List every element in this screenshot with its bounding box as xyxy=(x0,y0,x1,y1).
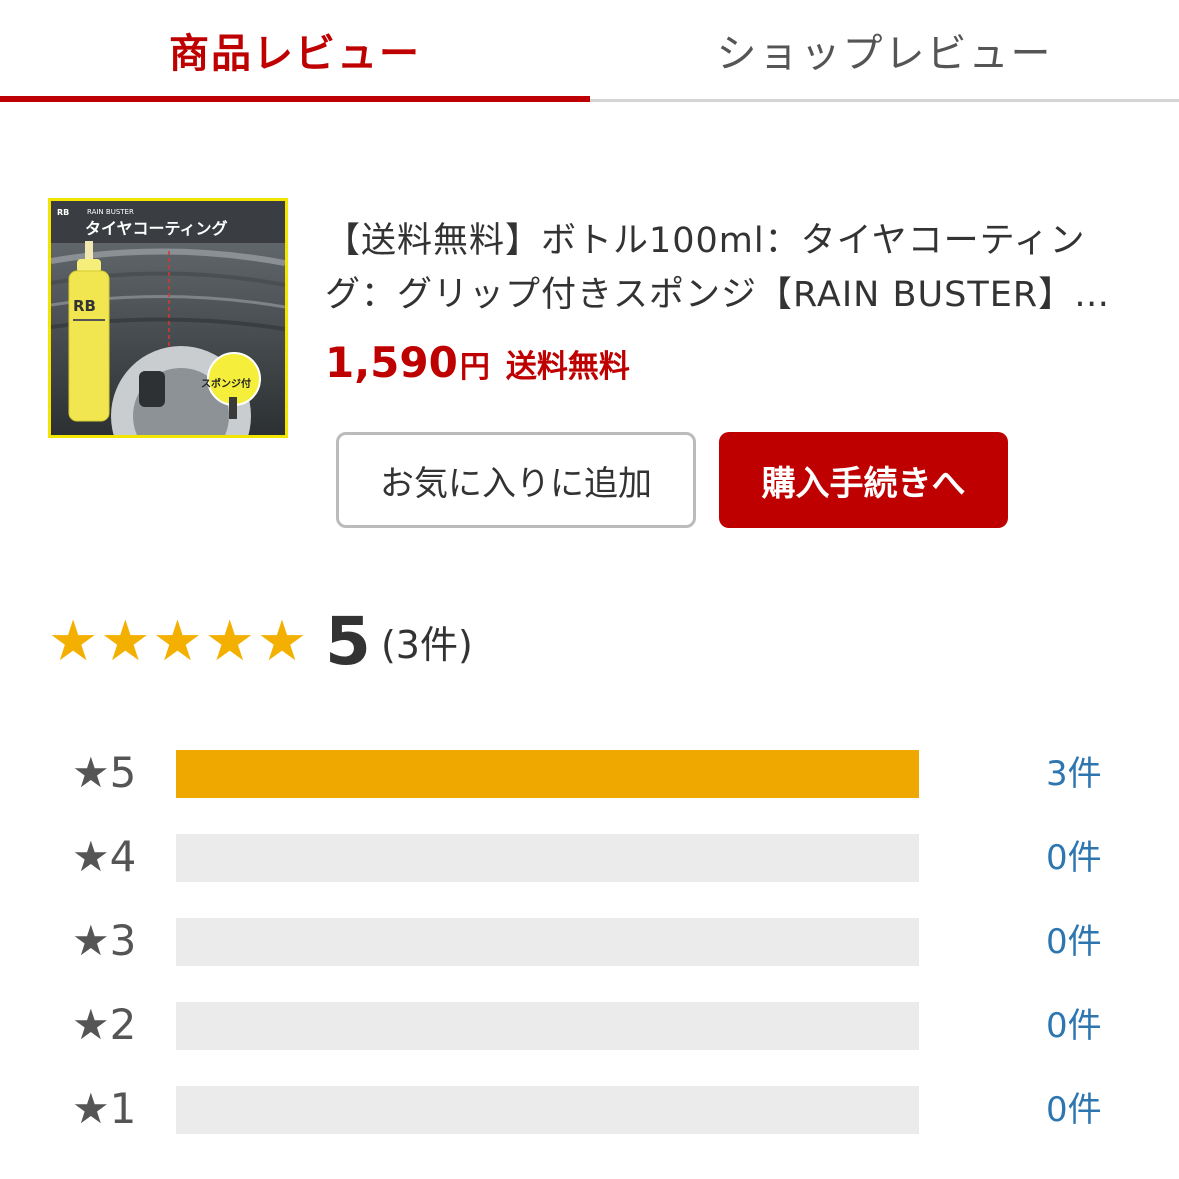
brand-caption: RAIN BUSTER xyxy=(87,208,134,216)
average-rating: 5 xyxy=(325,602,371,680)
add-to-favorites-button[interactable]: お気に入りに追加 xyxy=(336,432,696,528)
price-currency: 円 xyxy=(459,350,490,385)
rating-row-count[interactable]: 3件 xyxy=(1046,750,1102,798)
rating-bar-fill xyxy=(176,750,919,798)
price-row: 1,590 円 送料無料 xyxy=(325,338,630,394)
tab-divider xyxy=(590,99,1179,102)
rating-row-label: ★4 xyxy=(72,832,137,881)
image-title: タイヤコーティング xyxy=(85,219,228,238)
rating-row-2[interactable]: ★2 0件 xyxy=(72,1000,1132,1050)
rating-row-count[interactable]: 0件 xyxy=(1046,1002,1102,1050)
product-image-art: RB RAIN BUSTER タイヤコーティング RB スポンジ付 xyxy=(51,201,285,435)
price-value: 1,590 xyxy=(325,338,458,387)
rating-row-label: ★2 xyxy=(72,1000,137,1049)
rating-bar-track xyxy=(176,750,919,798)
rating-row-count[interactable]: 0件 xyxy=(1046,918,1102,966)
rating-row-1[interactable]: ★1 0件 xyxy=(72,1084,1132,1134)
rating-row-label: ★3 xyxy=(72,916,137,965)
rating-row-count[interactable]: 0件 xyxy=(1046,834,1102,882)
tab-shop-review[interactable]: ショップレビュー xyxy=(590,0,1179,100)
rating-row-3[interactable]: ★3 0件 xyxy=(72,916,1132,966)
rating-bar-track xyxy=(176,1002,919,1050)
bottle-logo: RB xyxy=(73,297,96,315)
rating-bar-track xyxy=(176,918,919,966)
rating-summary: ★★★★★ 5 (3件) xyxy=(48,596,473,686)
sponge-sticker: スポンジ付 xyxy=(201,377,251,390)
product-image[interactable]: RB RAIN BUSTER タイヤコーティング RB スポンジ付 xyxy=(48,198,288,438)
checkout-button[interactable]: 購入手続きへ xyxy=(719,432,1008,528)
tab-product-review[interactable]: 商品レビュー xyxy=(0,0,590,100)
rating-row-label: ★5 xyxy=(72,748,137,797)
review-count: (3件) xyxy=(380,622,473,667)
shipping-badge: 送料無料 xyxy=(505,349,630,385)
star-rating-icon: ★★★★★ xyxy=(48,608,310,674)
rating-row-label: ★1 xyxy=(72,1084,137,1133)
logo-text: RB xyxy=(57,208,69,217)
rating-bar-track xyxy=(176,834,919,882)
rating-row-4[interactable]: ★4 0件 xyxy=(72,832,1132,882)
product-title[interactable]: 【送料無料】ボトル100ml：タイヤコーティング：グリップ付きスポンジ【RAIN… xyxy=(325,214,1135,322)
review-tabs: 商品レビュー ショップレビュー xyxy=(0,0,1179,102)
rating-row-5[interactable]: ★5 3件 xyxy=(72,748,1132,798)
active-tab-indicator xyxy=(0,96,590,102)
rating-bar-track xyxy=(176,1086,919,1134)
rating-row-count[interactable]: 0件 xyxy=(1046,1086,1102,1134)
